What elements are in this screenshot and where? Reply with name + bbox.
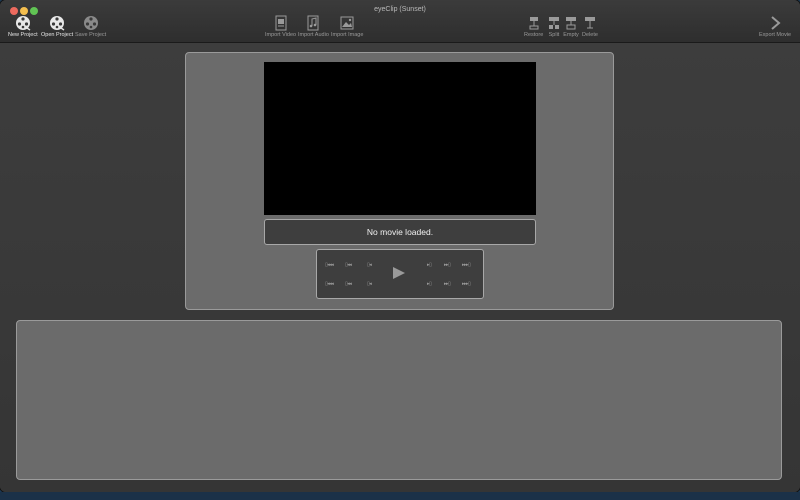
split-button[interactable]: Split <box>546 15 562 38</box>
save-project-label: Save Project <box>75 32 107 38</box>
new-project-label: New Project <box>8 32 38 38</box>
step-back-alt-icon[interactable]: ▯◂ <box>367 281 372 287</box>
restore-label: Restore <box>524 32 544 38</box>
import-audio-label: Import Audio <box>298 32 329 38</box>
video-viewer[interactable] <box>264 62 536 215</box>
toolbar: eyeClip (Sunset) New Project Open Projec… <box>0 0 800 43</box>
app-window: eyeClip (Sunset) New Project Open Projec… <box>0 0 800 492</box>
main-content: No movie loaded. ▯◂◂◂ ▯◂◂ ▯◂ ▯◂◂◂ ▯◂◂ ▯◂… <box>0 43 800 492</box>
split-icon <box>546 15 562 31</box>
step-forward-icon[interactable]: ▸▯ <box>427 262 432 268</box>
delete-button[interactable]: Delete <box>582 15 598 38</box>
desktop-background <box>0 492 800 500</box>
restore-icon <box>526 15 542 31</box>
step-forward-alt-icon[interactable]: ▸▯ <box>427 281 432 287</box>
film-reel-icon <box>15 15 31 31</box>
film-reel-icon <box>49 15 65 31</box>
import-audio-button[interactable]: Import Audio <box>298 15 329 38</box>
export-movie-label: Export Movie <box>759 32 792 38</box>
step-back-large-alt-icon[interactable]: ▯◂◂ <box>345 281 352 287</box>
delete-label: Delete <box>582 32 598 38</box>
empty-icon <box>563 15 579 31</box>
go-to-end-icon[interactable]: ▸▸▸▯ <box>462 262 471 268</box>
audio-file-icon <box>305 15 321 31</box>
export-movie-button[interactable]: Export Movie <box>759 15 791 38</box>
new-project-button[interactable]: New Project <box>8 15 38 38</box>
split-label: Split <box>548 32 560 38</box>
open-project-button[interactable]: Open Project <box>41 15 73 38</box>
delete-icon <box>582 15 598 31</box>
film-reel-icon <box>83 15 99 31</box>
timeline-panel[interactable] <box>16 320 782 480</box>
open-project-label: Open Project <box>41 32 74 38</box>
preview-panel: No movie loaded. ▯◂◂◂ ▯◂◂ ▯◂ ▯◂◂◂ ▯◂◂ ▯◂… <box>185 52 614 310</box>
transport-controls: ▯◂◂◂ ▯◂◂ ▯◂ ▯◂◂◂ ▯◂◂ ▯◂ ▸▯ ▸▸▯ ▸▸▸▯ ▸▯ ▸… <box>316 249 484 299</box>
image-file-icon <box>339 15 355 31</box>
import-video-label: Import Video <box>265 32 297 38</box>
restore-button[interactable]: Restore <box>524 15 543 38</box>
save-project-button[interactable]: Save Project <box>75 15 106 38</box>
import-video-button[interactable]: Import Video <box>265 15 296 38</box>
go-to-start-alt-icon[interactable]: ▯◂◂◂ <box>325 281 334 287</box>
empty-label: Empty <box>563 32 579 38</box>
import-image-label: Import Image <box>331 32 364 38</box>
video-file-icon <box>273 15 289 31</box>
empty-button[interactable]: Empty <box>563 15 579 38</box>
go-to-start-icon[interactable]: ▯◂◂◂ <box>325 262 334 268</box>
step-back-large-icon[interactable]: ▯◂◂ <box>345 262 352 268</box>
step-back-icon[interactable]: ▯◂ <box>367 262 372 268</box>
import-image-button[interactable]: Import Image <box>331 15 363 38</box>
play-icon[interactable] <box>393 267 405 279</box>
chevron-right-icon <box>767 15 783 31</box>
window-title: eyeClip (Sunset) <box>374 6 426 13</box>
step-forward-large-alt-icon[interactable]: ▸▸▯ <box>444 281 451 287</box>
step-forward-large-icon[interactable]: ▸▸▯ <box>444 262 451 268</box>
movie-status: No movie loaded. <box>264 219 536 245</box>
go-to-end-alt-icon[interactable]: ▸▸▸▯ <box>462 281 471 287</box>
